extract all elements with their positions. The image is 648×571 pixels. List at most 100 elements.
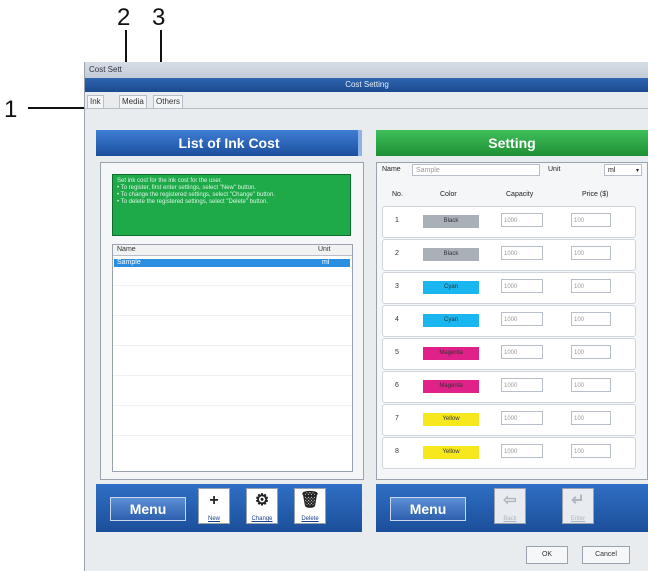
new-button[interactable]: + New (198, 488, 230, 524)
ink-row: 2 Black 1000 100 (382, 239, 636, 271)
grid-line (113, 435, 352, 436)
price-field[interactable]: 100 (571, 246, 611, 260)
ink-color-chip[interactable]: Yellow (423, 446, 479, 459)
capacity-field[interactable]: 1000 (501, 213, 543, 227)
callout-2: 2 (117, 4, 131, 31)
delete-label: Delete (301, 516, 319, 522)
capacity-field[interactable]: 1000 (501, 378, 543, 392)
window-titlebar: Cost Sett (85, 62, 648, 78)
ink-row-number: 2 (395, 250, 399, 257)
enter-icon: ↵ (571, 492, 585, 509)
list-item-name: Sample (117, 259, 141, 266)
grid-line (113, 285, 352, 286)
tab-strip: Ink Media Others (85, 94, 648, 109)
ink-color-chip[interactable]: Cyan (423, 314, 479, 327)
column-unit: Unit (318, 246, 331, 253)
list-item-unit: ml (322, 259, 330, 266)
unit-value: ml (608, 167, 616, 174)
capacity-field[interactable]: 1000 (501, 279, 543, 293)
ink-row-number: 1 (395, 217, 399, 224)
plus-icon: + (209, 492, 219, 509)
column-capacity: Capacity (506, 191, 534, 198)
ink-color-chip[interactable]: Magenta (423, 380, 479, 393)
ink-color-chip[interactable]: Yellow (423, 413, 479, 426)
column-price: Price ($) (582, 191, 609, 198)
tab-ink[interactable]: Ink (87, 95, 104, 108)
ink-row: 5 Magenta 1000 100 (382, 338, 636, 370)
ink-cost-list[interactable]: Name Unit Sample ml (112, 244, 353, 472)
menu-button-right[interactable]: Menu (390, 497, 466, 521)
unit-label: Unit (548, 166, 561, 173)
callout-1: 1 (4, 96, 18, 123)
grid-line (113, 315, 352, 316)
chevron-down-icon: ▾ (635, 168, 639, 174)
window-banner: Cost Setting (85, 78, 648, 92)
tab-media[interactable]: Media (119, 95, 147, 108)
enter-button[interactable]: ↵ Enter (562, 488, 594, 524)
callout-1-line (28, 107, 84, 109)
ink-color-chip[interactable]: Magenta (423, 347, 479, 360)
cancel-button[interactable]: Cancel (582, 546, 630, 564)
window-title: Cost Sett (89, 65, 122, 74)
ink-row: 6 Magenta 1000 100 (382, 371, 636, 403)
right-toolbar: Menu ⇦ Back ↵ Enter (376, 484, 648, 532)
capacity-field[interactable]: 1000 (501, 312, 543, 326)
left-toolbar: Menu + New ⚙ Change 🗑 Delete (96, 484, 362, 532)
ink-row-number: 8 (395, 448, 399, 455)
column-color: Color (440, 191, 457, 198)
list-item[interactable]: Sample ml (114, 259, 350, 267)
ok-button[interactable]: OK (526, 546, 568, 564)
ink-row-number: 5 (395, 349, 399, 356)
ink-color-chip[interactable]: Black (423, 215, 479, 228)
ink-cost-list-header: List of Ink Cost (96, 130, 362, 156)
ink-color-chip[interactable]: Black (423, 248, 479, 261)
setting-header: Setting (376, 130, 648, 156)
new-label: New (207, 516, 220, 522)
name-label: Name (382, 166, 401, 173)
ink-row-number: 6 (395, 382, 399, 389)
grid-line (113, 405, 352, 406)
column-name: Name (117, 246, 136, 253)
ink-row: 4 Cyan 1000 100 (382, 305, 636, 337)
arrow-left-icon: ⇦ (503, 492, 517, 509)
ink-row: 3 Cyan 1000 100 (382, 272, 636, 304)
callout-3: 3 (152, 4, 166, 31)
ink-row-number: 4 (395, 316, 399, 323)
ink-row: 7 Yellow 1000 100 (382, 404, 636, 436)
gear-icon: ⚙ (254, 492, 270, 509)
help-line: Set ink cost for the ink cost for the us… (117, 178, 223, 184)
ink-row: 1 Black 1000 100 (382, 206, 636, 238)
grid-line (113, 345, 352, 346)
capacity-field[interactable]: 1000 (501, 444, 543, 458)
help-line: • To change the registered settings, sel… (117, 192, 276, 198)
help-line: • To register, first enter settings, sel… (117, 185, 256, 191)
tab-others[interactable]: Others (153, 95, 184, 108)
trash-icon: 🗑 (299, 492, 321, 509)
help-info-box: Set ink cost for the ink cost for the us… (112, 174, 351, 236)
ink-row-number: 7 (395, 415, 399, 422)
capacity-field[interactable]: 1000 (501, 345, 543, 359)
ink-row-number: 3 (395, 283, 399, 290)
price-field[interactable]: 100 (571, 312, 611, 326)
list-header: Name Unit (113, 245, 352, 256)
capacity-field[interactable]: 1000 (501, 411, 543, 425)
back-label: Back (503, 516, 517, 522)
ink-row: 8 Yellow 1000 100 (382, 437, 636, 469)
name-field[interactable]: Sample (412, 164, 540, 176)
delete-button[interactable]: 🗑 Delete (294, 488, 326, 524)
price-field[interactable]: 100 (571, 411, 611, 425)
grid-line (113, 375, 352, 376)
price-field[interactable]: 100 (571, 378, 611, 392)
price-field[interactable]: 100 (571, 279, 611, 293)
ink-color-chip[interactable]: Cyan (423, 281, 479, 294)
back-button[interactable]: ⇦ Back (494, 488, 526, 524)
change-button[interactable]: ⚙ Change (246, 488, 278, 524)
help-line: • To delete the registered settings, sel… (117, 199, 269, 205)
unit-select[interactable]: ml ▾ (604, 164, 642, 176)
price-field[interactable]: 100 (571, 444, 611, 458)
menu-button-left[interactable]: Menu (110, 497, 186, 521)
capacity-field[interactable]: 1000 (501, 246, 543, 260)
price-field[interactable]: 100 (571, 213, 611, 227)
enter-label: Enter (570, 516, 586, 522)
price-field[interactable]: 100 (571, 345, 611, 359)
